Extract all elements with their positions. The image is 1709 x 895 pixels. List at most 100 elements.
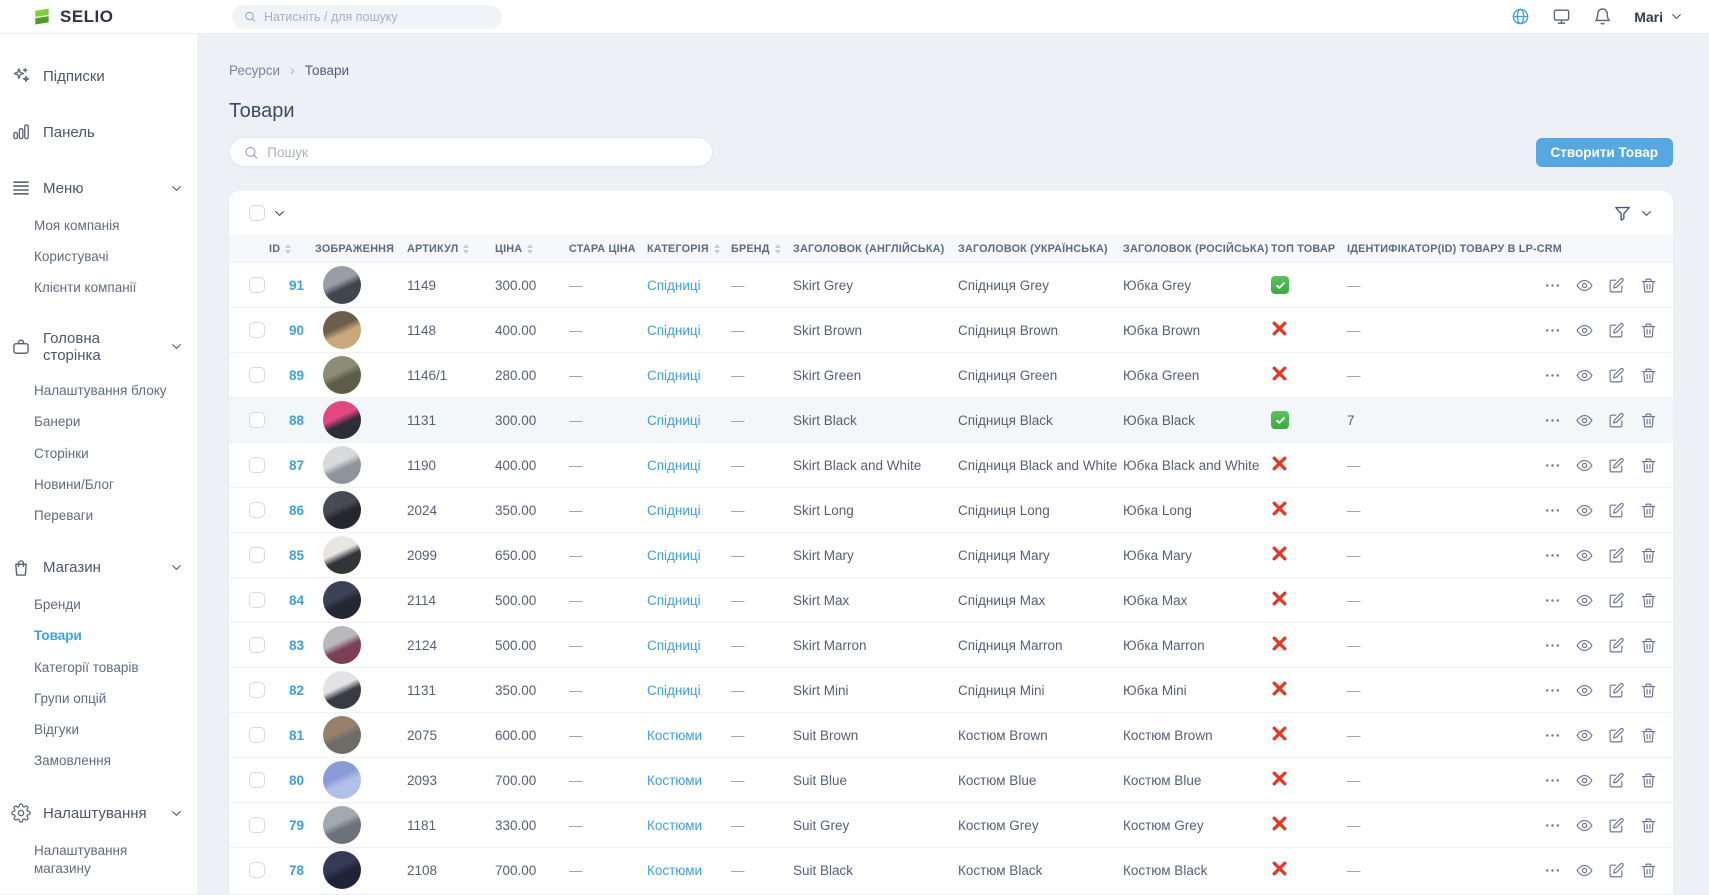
product-image[interactable]: [323, 626, 361, 664]
sidebar-subitem-advantages[interactable]: Переваги: [9, 501, 189, 532]
view-button[interactable]: [1576, 772, 1593, 789]
logo[interactable]: SELIO: [0, 7, 200, 27]
sidebar-item-shop[interactable]: Магазин: [9, 548, 189, 588]
monitor-icon[interactable]: [1552, 7, 1571, 26]
row-checkbox[interactable]: [249, 367, 265, 383]
sidebar-subitem-my-company[interactable]: Моя компанія: [9, 210, 189, 241]
more-button[interactable]: [1544, 592, 1561, 609]
product-image[interactable]: [323, 491, 361, 529]
edit-button[interactable]: [1608, 862, 1625, 879]
delete-button[interactable]: [1640, 277, 1657, 294]
product-image[interactable]: [323, 446, 361, 484]
sidebar-item-menu[interactable]: Меню: [9, 168, 189, 208]
product-id-link[interactable]: 81: [289, 728, 304, 743]
more-button[interactable]: [1544, 412, 1561, 429]
column-header-0[interactable]: ID: [229, 243, 315, 255]
product-image[interactable]: [323, 356, 361, 394]
product-id-link[interactable]: 85: [289, 548, 304, 563]
row-checkbox[interactable]: [249, 277, 265, 293]
row-checkbox[interactable]: [249, 862, 265, 878]
column-header-2[interactable]: АРТИКУЛ: [407, 243, 495, 255]
view-button[interactable]: [1576, 277, 1593, 294]
edit-button[interactable]: [1608, 412, 1625, 429]
product-image[interactable]: [323, 581, 361, 619]
globe-icon[interactable]: [1511, 7, 1530, 26]
more-button[interactable]: [1544, 727, 1561, 744]
row-checkbox[interactable]: [249, 682, 265, 698]
sort-carets-icon[interactable]: [463, 244, 469, 254]
row-checkbox[interactable]: [249, 322, 265, 338]
sidebar-subitem-users[interactable]: Користувачі: [9, 241, 189, 272]
view-button[interactable]: [1576, 862, 1593, 879]
more-button[interactable]: [1544, 817, 1561, 834]
sidebar-item-dashboard[interactable]: Панель: [9, 112, 189, 152]
edit-button[interactable]: [1608, 772, 1625, 789]
product-id-link[interactable]: 80: [289, 773, 304, 788]
delete-button[interactable]: [1640, 322, 1657, 339]
product-image[interactable]: [323, 806, 361, 844]
product-category-link[interactable]: Спідниці: [647, 278, 701, 293]
view-button[interactable]: [1576, 682, 1593, 699]
product-id-link[interactable]: 89: [289, 368, 304, 383]
delete-button[interactable]: [1640, 367, 1657, 384]
product-image[interactable]: [323, 401, 361, 439]
delete-button[interactable]: [1640, 412, 1657, 429]
sidebar-subitem-company-clients[interactable]: Клієнти компанії: [9, 272, 189, 303]
more-button[interactable]: [1544, 637, 1561, 654]
bulk-actions-chevron-icon[interactable]: [273, 207, 286, 220]
product-id-link[interactable]: 86: [289, 503, 304, 518]
sidebar-item-homepage[interactable]: Головна сторінка: [9, 320, 189, 374]
view-button[interactable]: [1576, 592, 1593, 609]
product-category-link[interactable]: Спідниці: [647, 683, 701, 698]
view-button[interactable]: [1576, 412, 1593, 429]
product-image[interactable]: [323, 311, 361, 349]
edit-button[interactable]: [1608, 637, 1625, 654]
row-checkbox[interactable]: [249, 502, 265, 518]
more-button[interactable]: [1544, 772, 1561, 789]
product-category-link[interactable]: Костюми: [647, 863, 702, 878]
row-checkbox[interactable]: [249, 637, 265, 653]
product-category-link[interactable]: Спідниці: [647, 503, 701, 518]
product-category-link[interactable]: Спідниці: [647, 593, 701, 608]
delete-button[interactable]: [1640, 592, 1657, 609]
product-image[interactable]: [323, 761, 361, 799]
product-id-link[interactable]: 78: [289, 863, 304, 878]
product-category-link[interactable]: Спідниці: [647, 323, 701, 338]
product-category-link[interactable]: Спідниці: [647, 413, 701, 428]
sidebar-item-subscriptions[interactable]: Підписки: [9, 56, 189, 96]
more-button[interactable]: [1544, 277, 1561, 294]
sidebar-subitem-news-blog[interactable]: Новини/Блог: [9, 469, 189, 500]
view-button[interactable]: [1576, 322, 1593, 339]
product-image[interactable]: [323, 851, 361, 889]
edit-button[interactable]: [1608, 682, 1625, 699]
product-category-link[interactable]: Спідниці: [647, 458, 701, 473]
delete-button[interactable]: [1640, 457, 1657, 474]
view-button[interactable]: [1576, 547, 1593, 564]
edit-button[interactable]: [1608, 502, 1625, 519]
edit-button[interactable]: [1608, 592, 1625, 609]
delete-button[interactable]: [1640, 547, 1657, 564]
row-checkbox[interactable]: [249, 592, 265, 608]
product-image[interactable]: [323, 536, 361, 574]
edit-button[interactable]: [1608, 277, 1625, 294]
column-header-5[interactable]: КАТЕГОРІЯ: [647, 243, 731, 255]
filter-chevron-icon[interactable]: [1640, 207, 1653, 220]
sidebar-item-settings[interactable]: Налаштування: [9, 793, 189, 833]
more-button[interactable]: [1544, 547, 1561, 564]
product-id-link[interactable]: 82: [289, 683, 304, 698]
sidebar-subitem-brands[interactable]: Бренди: [9, 590, 189, 621]
more-button[interactable]: [1544, 322, 1561, 339]
delete-button[interactable]: [1640, 862, 1657, 879]
breadcrumb-resources[interactable]: Ресурси: [229, 63, 280, 78]
table-search[interactable]: [229, 137, 713, 167]
edit-button[interactable]: [1608, 547, 1625, 564]
sort-carets-icon[interactable]: [527, 244, 533, 254]
product-image[interactable]: [323, 716, 361, 754]
more-button[interactable]: [1544, 502, 1561, 519]
sidebar-subitem-reviews[interactable]: Відгуки: [9, 715, 189, 746]
sidebar-subitem-shop-settings[interactable]: Налаштування магазину: [9, 835, 189, 884]
more-button[interactable]: [1544, 457, 1561, 474]
edit-button[interactable]: [1608, 367, 1625, 384]
edit-button[interactable]: [1608, 457, 1625, 474]
row-checkbox[interactable]: [249, 457, 265, 473]
